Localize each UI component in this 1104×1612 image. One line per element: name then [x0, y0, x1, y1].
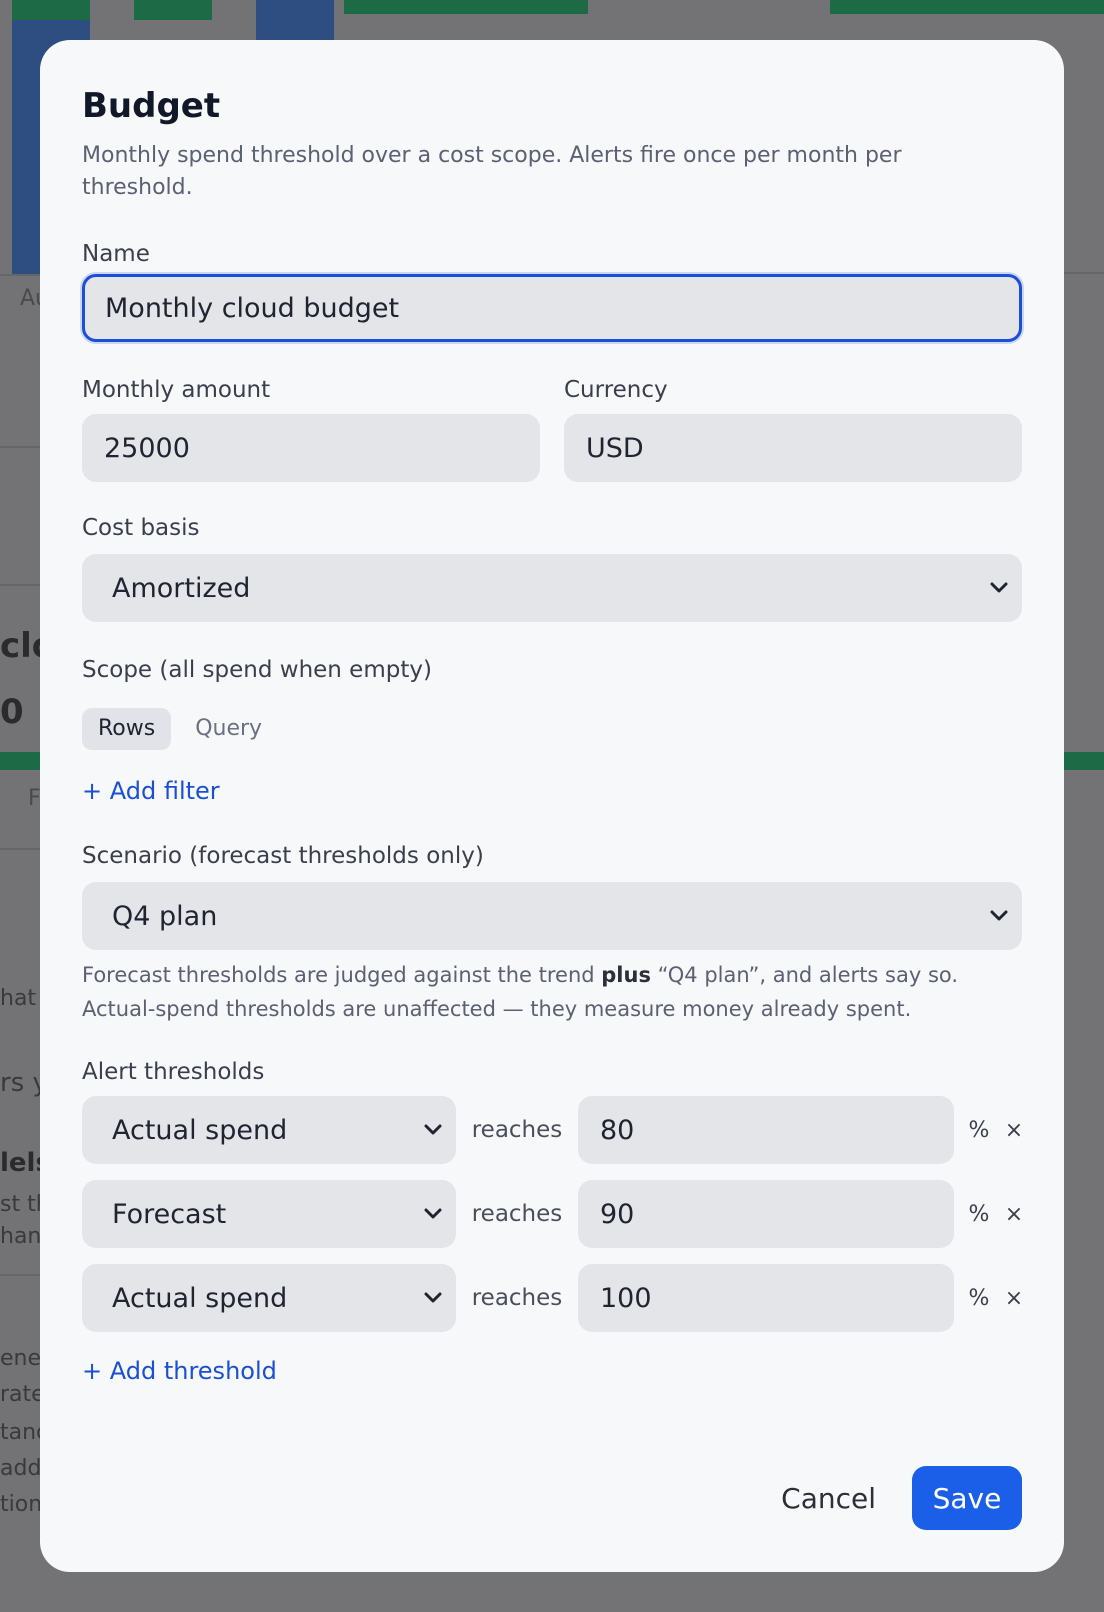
cost-basis-select[interactable]: Amortized — [82, 554, 1022, 622]
bg-divider — [0, 446, 40, 448]
bg-chart-bar — [12, 0, 90, 20]
percent-unit: % — [968, 1117, 990, 1143]
bg-divider — [1064, 272, 1104, 274]
threshold-row: Actual spend reaches 80 % × — [82, 1096, 1024, 1164]
currency-input-value: USD — [586, 432, 644, 464]
threshold-connector: reaches — [471, 1201, 563, 1227]
bg-progress-bar — [1064, 752, 1104, 770]
bg-progress-bar — [830, 0, 1104, 14]
chevron-down-icon — [424, 1124, 442, 1135]
add-threshold-link[interactable]: + Add threshold — [82, 1354, 1022, 1388]
percent-unit: % — [968, 1201, 990, 1227]
threshold-type-select[interactable]: Forecast — [82, 1180, 456, 1248]
bg-divider — [0, 584, 40, 586]
threshold-type-select[interactable]: Actual spend — [82, 1096, 456, 1164]
threshold-value: 80 — [600, 1114, 635, 1146]
save-button[interactable]: Save — [912, 1466, 1022, 1530]
chevron-down-icon — [990, 582, 1008, 593]
cost-basis-label: Cost basis — [82, 515, 200, 541]
bg-chart-bar — [134, 0, 212, 20]
threshold-type-value: Actual spend — [112, 1114, 288, 1146]
dialog-description: Monthly spend threshold over a cost scop… — [82, 143, 902, 200]
tab-rows[interactable]: Rows — [82, 708, 172, 750]
tab-query[interactable]: Query — [179, 708, 278, 750]
threshold-connector: reaches — [471, 1117, 563, 1143]
bg-divider — [0, 848, 40, 850]
budget-dialog: Budget Monthly spend threshold over a co… — [40, 40, 1064, 1572]
close-icon[interactable]: × — [1004, 1286, 1024, 1311]
currency-input[interactable]: USD — [564, 414, 1022, 482]
bg-text: add — [0, 1456, 42, 1481]
threshold-value-input[interactable]: 100 — [578, 1264, 954, 1332]
dialog-title: Budget — [82, 86, 221, 126]
bg-divider — [0, 1274, 40, 1276]
threshold-type-value: Forecast — [112, 1198, 227, 1230]
name-label: Name — [82, 241, 150, 267]
amount-group: Monthly amount 25000 — [82, 374, 540, 482]
threshold-value: 90 — [600, 1198, 635, 1230]
bg-progress-bar — [0, 752, 40, 770]
name-input-value: Monthly cloud budget — [105, 292, 400, 324]
bg-text: han — [0, 1224, 42, 1249]
scenario-help-pre: Forecast thresholds are judged against t… — [82, 963, 602, 987]
amount-input[interactable]: 25000 — [82, 414, 540, 482]
threshold-value-input[interactable]: 90 — [578, 1180, 954, 1248]
cancel-button[interactable]: Cancel — [781, 1482, 876, 1515]
bg-divider — [0, 274, 40, 276]
cost-basis-value: Amortized — [112, 572, 251, 604]
dialog-footer: Cancel Save — [781, 1466, 1022, 1530]
close-icon[interactable]: × — [1004, 1202, 1024, 1227]
threshold-row: Forecast reaches 90 % × — [82, 1180, 1024, 1248]
amount-label: Monthly amount — [82, 377, 271, 403]
bg-text: tion — [0, 1492, 43, 1517]
bg-text: 0 — [0, 692, 24, 732]
scope-mode-toggle: Rows Query — [82, 708, 1022, 750]
scenario-value: Q4 plan — [112, 900, 218, 932]
scope-label: Scope (all spend when empty) — [82, 657, 432, 683]
threshold-type-select[interactable]: Actual spend — [82, 1264, 456, 1332]
currency-group: Currency USD — [564, 374, 1022, 482]
bg-progress-bar — [344, 0, 588, 14]
threshold-type-value: Actual spend — [112, 1282, 288, 1314]
scenario-label: Scenario (forecast thresholds only) — [82, 843, 484, 869]
close-icon[interactable]: × — [1004, 1118, 1024, 1143]
threshold-value: 100 — [600, 1282, 652, 1314]
threshold-value-input[interactable]: 80 — [578, 1096, 954, 1164]
bg-chart-bar — [256, 0, 334, 40]
threshold-connector: reaches — [471, 1285, 563, 1311]
thresholds-label: Alert thresholds — [82, 1059, 265, 1085]
amount-input-value: 25000 — [104, 432, 190, 464]
scenario-select[interactable]: Q4 plan — [82, 882, 1022, 950]
threshold-row: Actual spend reaches 100 % × — [82, 1264, 1024, 1332]
scenario-help-text: Forecast thresholds are judged against t… — [82, 958, 1002, 1026]
bg-text: ene — [0, 1346, 42, 1371]
bg-text: rate — [0, 1382, 45, 1407]
bg-text: F — [28, 786, 41, 811]
chevron-down-icon — [424, 1292, 442, 1303]
percent-unit: % — [968, 1285, 990, 1311]
chevron-down-icon — [990, 910, 1008, 921]
chevron-down-icon — [424, 1208, 442, 1219]
currency-label: Currency — [564, 377, 668, 403]
scenario-help-bold: plus — [601, 963, 651, 987]
name-input[interactable]: Monthly cloud budget — [82, 274, 1022, 342]
add-filter-link[interactable]: + Add filter — [82, 774, 1022, 808]
